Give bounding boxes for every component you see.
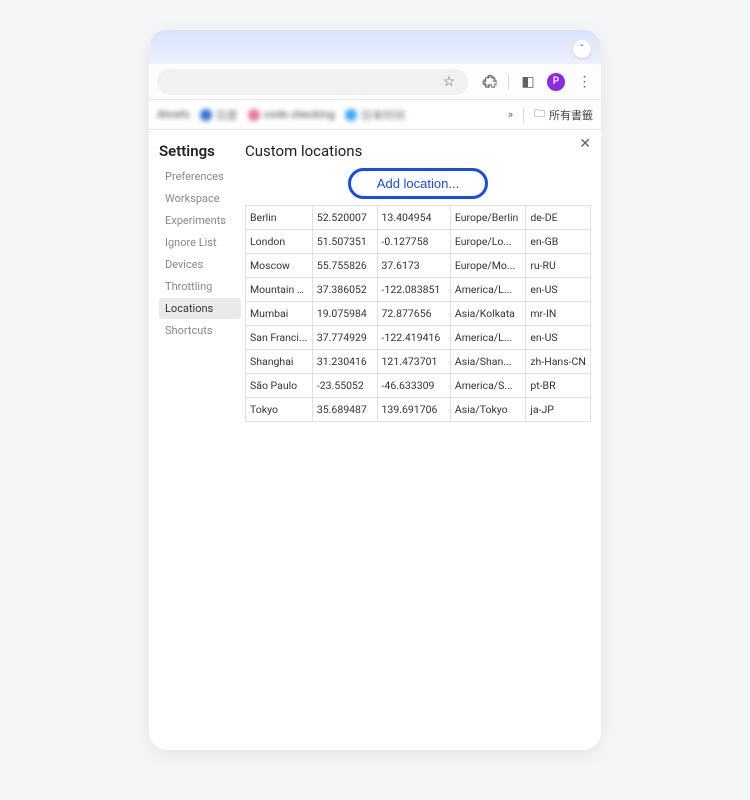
- table-row[interactable]: Moscow55.75582637.6173Europe/Mo...ru-RU: [246, 254, 591, 278]
- cell-locale: zh-Hans-CN: [526, 350, 591, 374]
- cell-name: San Franci...: [246, 326, 313, 350]
- cell-lat: 55.755826: [312, 254, 377, 278]
- settings-title: Settings: [159, 142, 241, 160]
- cell-lat: -23.55052: [312, 374, 377, 398]
- cell-lon: 13.404954: [377, 206, 450, 230]
- table-row[interactable]: London51.507351-0.127758Europe/Lo...en-G…: [246, 230, 591, 254]
- chevron-down-icon[interactable]: ˇ: [573, 40, 591, 58]
- sidebar-item-preferences[interactable]: Preferences: [159, 166, 241, 187]
- cell-lon: 37.6173: [377, 254, 450, 278]
- table-row[interactable]: San Franci...37.774929-122.419416America…: [246, 326, 591, 350]
- cell-locale: ja-JP: [526, 398, 591, 422]
- chrome-toolbar: ☆ ◧ P ⋮: [149, 64, 601, 100]
- cell-tz: America/L...: [450, 278, 525, 302]
- extensions-icon[interactable]: [480, 73, 498, 91]
- more-menu-icon[interactable]: ⋮: [575, 73, 593, 91]
- bookmarks-bar: Ahrefs 日度 code checking 日本时间 » 🗀所有書籤: [149, 100, 601, 130]
- profile-avatar[interactable]: P: [547, 73, 565, 91]
- cell-locale: ru-RU: [526, 254, 591, 278]
- bookmark-favicon: [200, 109, 212, 121]
- cell-tz: Europe/Berlin: [450, 206, 525, 230]
- cell-name: Berlin: [246, 206, 313, 230]
- all-bookmarks-folder[interactable]: 🗀所有書籤: [534, 105, 593, 124]
- cell-tz: America/L...: [450, 326, 525, 350]
- cell-lon: -122.419416: [377, 326, 450, 350]
- locations-table: Berlin52.52000713.404954Europe/Berlinde-…: [245, 205, 591, 422]
- sidebar-item-shortcuts[interactable]: Shortcuts: [159, 320, 241, 341]
- sidebar-item-experiments[interactable]: Experiments: [159, 210, 241, 231]
- bookmark-item[interactable]: 日本时间: [345, 107, 405, 123]
- cell-lon: -0.127758: [377, 230, 450, 254]
- browser-frame: ˇ ☆ ◧ P ⋮ Ahrefs 日度 code checking 日本时间 »…: [149, 30, 601, 750]
- devtools-settings-panel: ✕ Settings Preferences Workspace Experim…: [149, 130, 601, 750]
- folder-icon: 🗀: [534, 105, 545, 124]
- table-row[interactable]: Mumbai19.07598472.877656Asia/Kolkatamr-I…: [246, 302, 591, 326]
- close-icon[interactable]: ✕: [579, 136, 591, 152]
- side-panel-icon[interactable]: ◧: [519, 73, 537, 91]
- cell-name: São Paulo: [246, 374, 313, 398]
- overflow-icon[interactable]: »: [508, 108, 513, 121]
- table-row[interactable]: Shanghai31.230416121.473701Asia/Shan...z…: [246, 350, 591, 374]
- cell-name: Moscow: [246, 254, 313, 278]
- table-row[interactable]: Berlin52.52000713.404954Europe/Berlinde-…: [246, 206, 591, 230]
- tab-strip: ˇ: [149, 30, 601, 64]
- bookmark-favicon: [248, 109, 260, 121]
- cell-tz: Asia/Tokyo: [450, 398, 525, 422]
- cell-name: Mumbai: [246, 302, 313, 326]
- cell-tz: Europe/Mo...: [450, 254, 525, 278]
- cell-locale: de-DE: [526, 206, 591, 230]
- separator: [523, 107, 524, 123]
- bookmark-item[interactable]: Ahrefs: [157, 108, 190, 121]
- page-title: Custom locations: [245, 142, 591, 160]
- cell-lat: 19.075984: [312, 302, 377, 326]
- cell-locale: en-GB: [526, 230, 591, 254]
- cell-lon: -122.083851: [377, 278, 450, 302]
- cell-name: Mountain V...: [246, 278, 313, 302]
- cell-lat: 35.689487: [312, 398, 377, 422]
- cell-name: Shanghai: [246, 350, 313, 374]
- sidebar-item-devices[interactable]: Devices: [159, 254, 241, 275]
- add-location-button[interactable]: Add location...: [348, 168, 488, 199]
- cell-tz: Asia/Shan...: [450, 350, 525, 374]
- cell-lon: 139.691706: [377, 398, 450, 422]
- sidebar-item-locations[interactable]: Locations: [159, 298, 241, 319]
- cell-locale: en-US: [526, 326, 591, 350]
- cell-locale: mr-IN: [526, 302, 591, 326]
- cell-lat: 51.507351: [312, 230, 377, 254]
- star-icon[interactable]: ☆: [440, 73, 458, 91]
- main-content: Custom locations Add location... Berlin5…: [241, 130, 601, 750]
- cell-lon: 72.877656: [377, 302, 450, 326]
- cell-lat: 37.386052: [312, 278, 377, 302]
- address-bar[interactable]: ☆: [157, 69, 468, 95]
- table-row[interactable]: Tokyo35.689487139.691706Asia/Tokyoja-JP: [246, 398, 591, 422]
- separator: [508, 74, 509, 90]
- sidebar-item-throttling[interactable]: Throttling: [159, 276, 241, 297]
- cell-locale: en-US: [526, 278, 591, 302]
- bookmark-favicon: [345, 109, 357, 121]
- cell-tz: America/S...: [450, 374, 525, 398]
- cell-name: Tokyo: [246, 398, 313, 422]
- table-row[interactable]: Mountain V...37.386052-122.083851America…: [246, 278, 591, 302]
- sidebar-item-ignore-list[interactable]: Ignore List: [159, 232, 241, 253]
- settings-sidebar: Settings Preferences Workspace Experimen…: [149, 130, 241, 750]
- table-row[interactable]: São Paulo-23.55052-46.633309America/S...…: [246, 374, 591, 398]
- cell-lat: 37.774929: [312, 326, 377, 350]
- bookmark-item[interactable]: 日度: [200, 107, 238, 123]
- cell-tz: Europe/Lo...: [450, 230, 525, 254]
- cell-lon: -46.633309: [377, 374, 450, 398]
- cell-locale: pt-BR: [526, 374, 591, 398]
- cell-lat: 52.520007: [312, 206, 377, 230]
- bookmark-item[interactable]: code checking: [248, 108, 335, 121]
- cell-lon: 121.473701: [377, 350, 450, 374]
- cell-name: London: [246, 230, 313, 254]
- sidebar-item-workspace[interactable]: Workspace: [159, 188, 241, 209]
- cell-tz: Asia/Kolkata: [450, 302, 525, 326]
- cell-lat: 31.230416: [312, 350, 377, 374]
- bookmarks-blurred: Ahrefs 日度 code checking 日本时间: [157, 107, 498, 123]
